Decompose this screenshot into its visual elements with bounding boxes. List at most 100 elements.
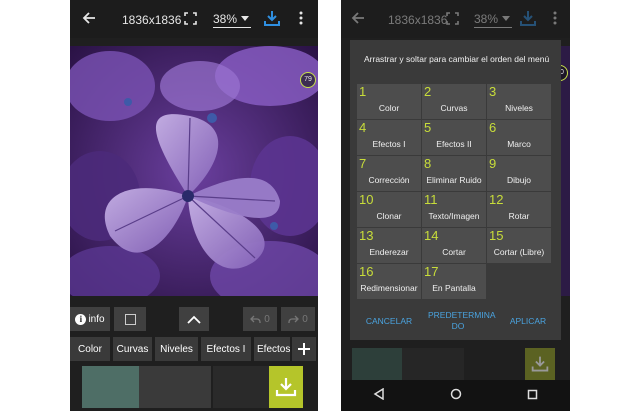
thumbnail-slot bbox=[139, 366, 211, 408]
image-dimensions: 1836x1836 bbox=[122, 13, 182, 27]
menu-order-item-niveles[interactable]: 3 Niveles bbox=[487, 84, 551, 119]
menu-order-item-enderezar[interactable]: 13 Enderezar bbox=[357, 228, 421, 263]
menu-order-item-rotar[interactable]: 12 Rotar bbox=[487, 192, 551, 227]
system-nav-bar bbox=[341, 380, 570, 411]
menu-order-item-efectos-i[interactable]: 4 Efectos I bbox=[357, 120, 421, 155]
item-number: 16 bbox=[359, 264, 374, 279]
zoom-select[interactable]: 38% bbox=[213, 10, 251, 28]
item-number: 5 bbox=[424, 120, 432, 135]
default-button-line1: PREDETERMINA bbox=[428, 310, 496, 320]
item-label: Redimensionar bbox=[360, 283, 418, 293]
menu-item-niveles[interactable]: Niveles bbox=[155, 337, 198, 361]
thumbnail-original-dimmed bbox=[352, 348, 402, 380]
item-number: 4 bbox=[359, 120, 367, 135]
item-number: 10 bbox=[359, 192, 374, 207]
nav-back-icon[interactable] bbox=[373, 387, 385, 405]
menu-order-item-efectos-ii[interactable]: 5 Efectos II bbox=[422, 120, 486, 155]
menu-order-item-redimensionar[interactable]: 16 Redimensionar bbox=[357, 264, 421, 299]
nav-recents-icon[interactable] bbox=[527, 387, 538, 405]
item-number: 2 bbox=[424, 84, 432, 99]
fullscreen-icon bbox=[446, 12, 459, 25]
item-label: Efectos I bbox=[372, 139, 406, 149]
top-toolbar: 1836x1836 38% bbox=[70, 0, 318, 38]
item-number: 12 bbox=[489, 192, 504, 207]
item-number: 7 bbox=[359, 156, 367, 171]
menu-order-item-dibujo[interactable]: 9 Dibujo bbox=[487, 156, 551, 191]
menu-order-item-cortar[interactable]: 14 Cortar bbox=[422, 228, 486, 263]
menu-order-item-cortar-libre[interactable]: 15 Cortar (Libre) bbox=[487, 228, 551, 263]
menu-item-color[interactable]: Color bbox=[70, 337, 110, 361]
more-options-icon bbox=[553, 11, 557, 25]
item-number: 15 bbox=[489, 228, 504, 243]
nav-home-icon[interactable] bbox=[450, 387, 462, 405]
menu-order-item-marco[interactable]: 6 Marco bbox=[487, 120, 551, 155]
item-number: 14 bbox=[424, 228, 439, 243]
zoom-value: 38% bbox=[213, 12, 238, 26]
cancel-button[interactable]: CANCELAR bbox=[364, 316, 414, 327]
redo-count: 0 bbox=[302, 313, 308, 325]
item-number: 11 bbox=[424, 192, 438, 207]
add-menu-button[interactable] bbox=[292, 337, 316, 361]
back-arrow-icon[interactable] bbox=[82, 11, 96, 25]
chevron-up-icon bbox=[187, 315, 201, 324]
menu-item-efectos-ii[interactable]: Efectos bbox=[254, 337, 290, 361]
thumbnail-original[interactable] bbox=[82, 366, 139, 408]
item-label: Enderezar bbox=[369, 247, 409, 257]
item-label: Efectos II bbox=[436, 139, 472, 149]
menu-order-item-correccion[interactable]: 7 Corrección bbox=[357, 156, 421, 191]
item-number: 3 bbox=[489, 84, 497, 99]
item-number: 8 bbox=[424, 156, 432, 171]
item-label: Cortar (Libre) bbox=[493, 247, 545, 257]
undo-count: 0 bbox=[264, 313, 270, 325]
menu-order-item-curvas[interactable]: 2 Curvas bbox=[422, 84, 486, 119]
undo-button[interactable]: 0 bbox=[243, 307, 277, 331]
thumbnail-slot-empty bbox=[213, 366, 269, 408]
photo-canvas[interactable] bbox=[70, 46, 318, 296]
save-download-icon[interactable] bbox=[264, 10, 280, 26]
more-options-icon[interactable] bbox=[299, 11, 303, 25]
chevron-down-icon bbox=[241, 16, 249, 21]
item-label: Dibujo bbox=[506, 175, 532, 185]
back-arrow-icon bbox=[351, 11, 365, 25]
item-label: Niveles bbox=[505, 103, 533, 113]
dialog-title: Arrastrar y soltar para cambiar el orden… bbox=[364, 54, 550, 64]
info-icon: i bbox=[75, 313, 87, 325]
fullscreen-icon[interactable] bbox=[184, 12, 197, 25]
reorder-dialog: Arrastrar y soltar para cambiar el orden… bbox=[350, 40, 561, 340]
menu-order-item-eliminar-ruido[interactable]: 8 Eliminar Ruido bbox=[422, 156, 486, 191]
image-dimensions: 1836x1836 bbox=[388, 13, 448, 27]
image-counter-badge: 79 bbox=[300, 72, 316, 88]
export-button[interactable] bbox=[269, 366, 303, 408]
item-number: 6 bbox=[489, 120, 497, 135]
download-icon bbox=[275, 378, 297, 397]
item-label: Cortar bbox=[442, 247, 466, 257]
item-number: 13 bbox=[359, 228, 374, 243]
item-label: Corrección bbox=[368, 175, 410, 185]
select-toggle-button[interactable] bbox=[114, 307, 146, 331]
default-button[interactable]: PREDETERMINA DO bbox=[428, 310, 496, 332]
item-label: Eliminar Ruido bbox=[426, 175, 482, 185]
item-label: Color bbox=[378, 103, 400, 113]
item-number: 17 bbox=[424, 264, 439, 279]
item-label: Clonar bbox=[376, 211, 402, 221]
reorder-menu-screen: 1836x1836 38% 80 Arrastrar y soltar para… bbox=[341, 0, 570, 411]
redo-button[interactable]: 0 bbox=[281, 307, 315, 331]
thumbnail-slot-dimmed bbox=[402, 348, 464, 380]
item-label: Curvas bbox=[440, 103, 468, 113]
menu-order-item-clonar[interactable]: 10 Clonar bbox=[357, 192, 421, 227]
apply-button[interactable]: APLICAR bbox=[505, 316, 551, 327]
menu-item-efectos-i[interactable]: Efectos I bbox=[201, 337, 251, 361]
item-label: Rotar bbox=[508, 211, 530, 221]
item-label: Marco bbox=[507, 139, 531, 149]
save-download-icon bbox=[520, 10, 536, 26]
menu-order-item-color[interactable]: 1 Color bbox=[357, 84, 421, 119]
default-button-line2: DO bbox=[451, 321, 465, 331]
export-button-dimmed bbox=[525, 348, 555, 380]
menu-order-item-en-pantalla[interactable]: 17 En Pantalla bbox=[422, 264, 486, 299]
info-button[interactable]: i info bbox=[70, 307, 110, 331]
editor-screen: 1836x1836 38% 79 i info 0 0 Color Curvas… bbox=[70, 0, 318, 411]
menu-item-curvas[interactable]: Curvas bbox=[113, 337, 152, 361]
item-number: 1 bbox=[359, 84, 367, 99]
menu-order-item-texto-imagen[interactable]: 11 Texto/Imagen bbox=[422, 192, 486, 227]
expand-menu-button[interactable] bbox=[179, 307, 209, 331]
